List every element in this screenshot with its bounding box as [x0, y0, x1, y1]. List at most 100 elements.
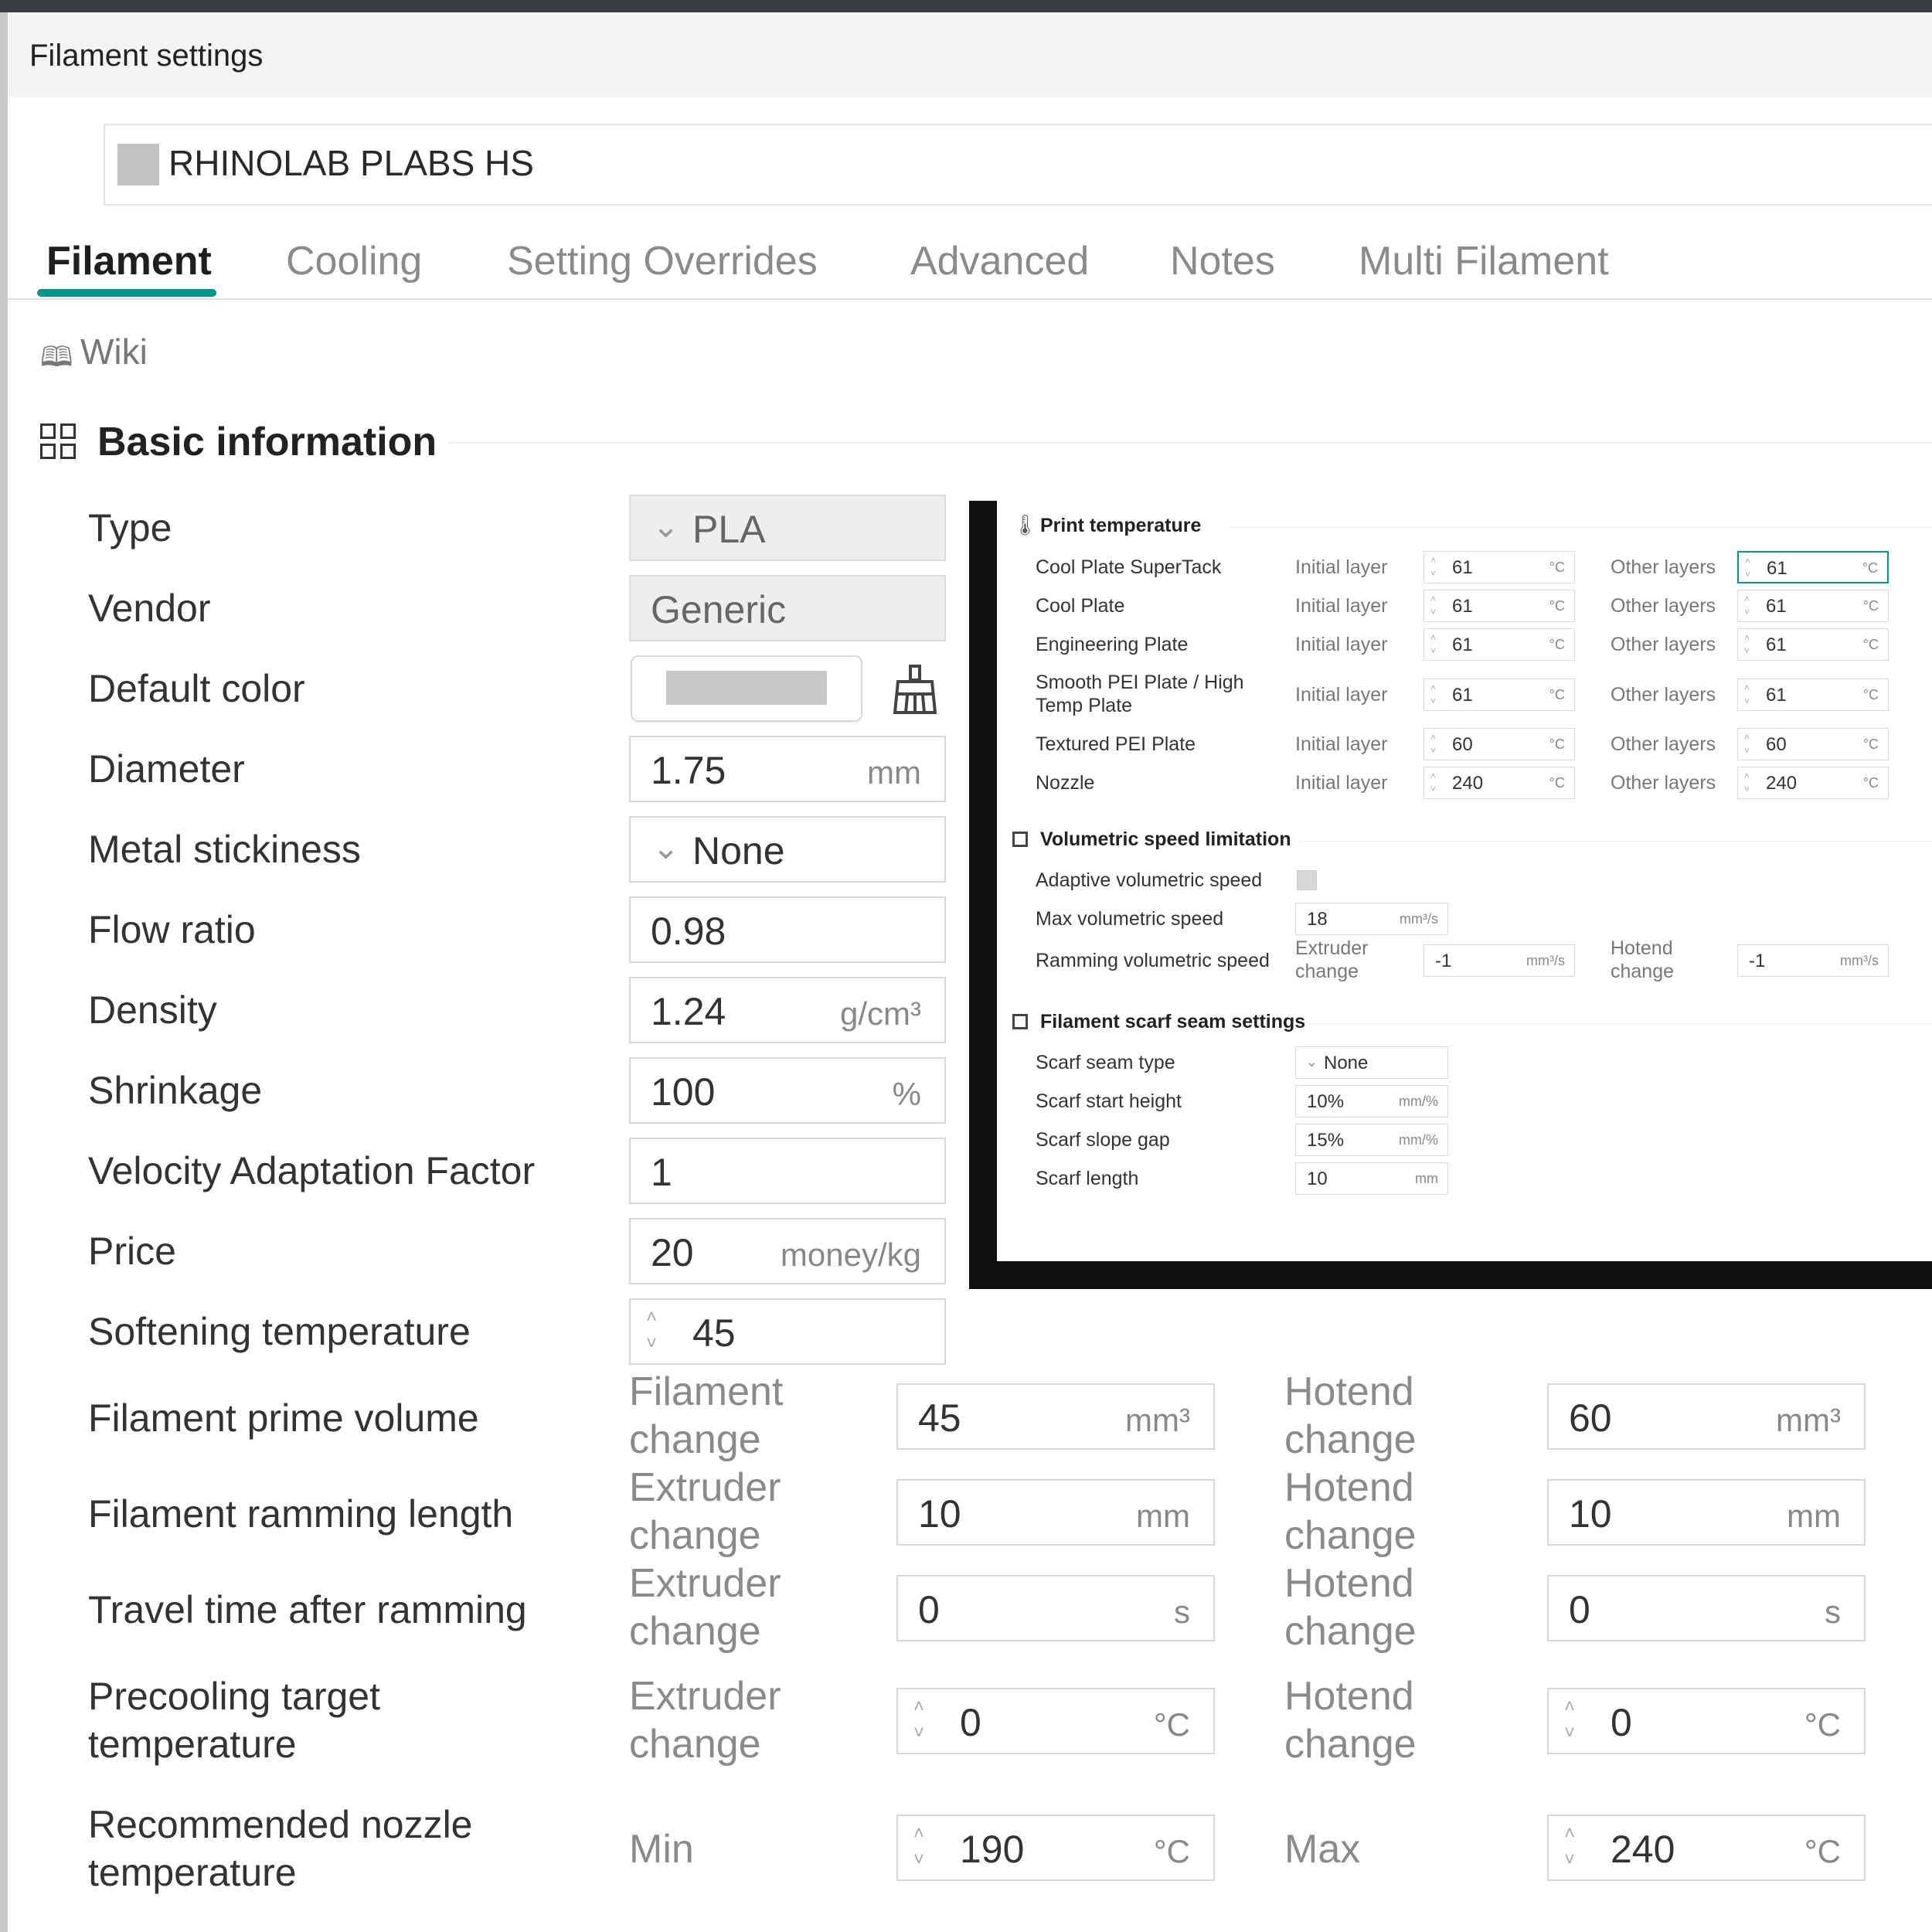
other-layers-label: Other layers [1611, 634, 1716, 655]
travel-extruder-change-unit: s [1174, 1594, 1190, 1630]
ramming-hotend-change-unit: mm³/s [1840, 953, 1879, 968]
stepper-arrows-icon[interactable]: ˄ ˅ [640, 1304, 663, 1357]
nozzle-initial-stepper[interactable]: ˄ ˅ 240 °C [1423, 767, 1575, 799]
diameter-input[interactable]: 1.75 mm [629, 736, 946, 802]
prime-filament-change-label: Filament change [629, 1369, 784, 1462]
price-label: Price [88, 1230, 176, 1273]
metal-stickiness-select[interactable]: ⌄ None [629, 816, 946, 883]
initial-layer-label: Initial layer [1295, 684, 1388, 706]
velocity-adaptation-input[interactable]: 1 [629, 1138, 946, 1204]
max-volumetric-speed-input[interactable]: 18 mm³/s [1295, 903, 1448, 935]
prime-hotend-change-input[interactable]: 60 mm³ [1547, 1383, 1866, 1450]
default-color-label: Default color [88, 667, 305, 710]
other-layers-label: Other layers [1611, 556, 1716, 578]
cool-plate-other-stepper[interactable]: ˄ ˅ 61 °C [1737, 590, 1889, 622]
tab-advanced[interactable]: Advanced [910, 238, 1089, 284]
cool-plate-supertack-other-stepper[interactable]: ˄ ˅ 61 °C [1737, 551, 1889, 583]
nozzle-min-stepper[interactable]: ˄ ˅ 190 °C [896, 1815, 1215, 1881]
tab-multi-filament[interactable]: Multi Filament [1359, 238, 1609, 284]
cool-plate-initial-stepper[interactable]: ˄ ˅ 61 °C [1423, 590, 1575, 622]
flow-ratio-input[interactable]: 0.98 [629, 896, 946, 963]
scarf-seam-type-label: Scarf seam type [1036, 1052, 1175, 1073]
stepper-arrows-icon[interactable]: ˄ ˅ [1430, 682, 1436, 708]
scarf-length-input[interactable]: 10 mm [1295, 1162, 1448, 1195]
smooth-pei-plate-initial-value: 61 [1452, 685, 1473, 706]
prime-filament-change-input[interactable]: 45 mm³ [896, 1383, 1215, 1450]
other-layers-label: Other layers [1611, 772, 1716, 794]
adaptive-volumetric-speed-checkbox[interactable] [1297, 870, 1317, 890]
softening-temperature-stepper[interactable]: ˄ ˅ 45 [629, 1298, 946, 1365]
precool-extruder-change-stepper[interactable]: ˄ ˅ 0 °C [896, 1688, 1215, 1754]
window-title: Filament settings [29, 39, 264, 73]
stepper-arrows-icon[interactable]: ˄ ˅ [1430, 770, 1436, 796]
temperature-unit: °C [1549, 687, 1565, 702]
max-volumetric-speed-label: Max volumetric speed [1036, 908, 1224, 930]
brush-icon[interactable] [892, 665, 938, 714]
travel-hotend-change-label: Hotend change [1284, 1561, 1417, 1654]
engineering-plate-other-stepper[interactable]: ˄ ˅ 61 °C [1737, 628, 1889, 661]
cool-plate-supertack-initial-stepper[interactable]: ˄ ˅ 61 °C [1423, 551, 1575, 583]
scarf-seam-type-select[interactable]: ⌄ None [1295, 1046, 1448, 1079]
grid-icon [40, 423, 77, 461]
tab-filament[interactable]: Filament [46, 238, 212, 284]
nozzle-max-value: 240 [1611, 1828, 1675, 1871]
stepper-arrows-icon[interactable]: ˄ ˅ [907, 1821, 930, 1873]
stepper-arrows-icon[interactable]: ˄ ˅ [907, 1694, 930, 1747]
cool-plate-label: Cool Plate [1036, 595, 1125, 617]
scarf-start-height-value: 10% [1307, 1091, 1345, 1112]
price-input[interactable]: 20 money/kg [629, 1218, 946, 1284]
tab-setting-overrides[interactable]: Setting Overrides [507, 238, 818, 284]
section-divider [1229, 527, 1932, 528]
precool-extruder-change-label: Extruder change [629, 1674, 781, 1767]
vendor-field[interactable]: Generic [629, 575, 946, 641]
metal-stickiness-label: Metal stickiness [88, 828, 361, 871]
textured-pei-plate-other-stepper[interactable]: ˄ ˅ 60 °C [1737, 728, 1889, 760]
stepper-arrows-icon[interactable]: ˄ ˅ [1744, 770, 1750, 796]
tab-notes[interactable]: Notes [1170, 238, 1275, 284]
travel-time-label: Travel time after ramming [88, 1588, 527, 1631]
type-select[interactable]: ⌄ PLA [629, 495, 946, 561]
shrinkage-input[interactable]: 100 % [629, 1057, 946, 1124]
ramming-extruder-change-input[interactable]: -1 mm³/s [1423, 944, 1575, 977]
scarf-start-height-input[interactable]: 10% mm/% [1295, 1085, 1448, 1117]
travel-extruder-change-input[interactable]: 0 s [896, 1575, 1215, 1641]
temperature-unit: °C [1862, 736, 1879, 752]
default-color-button[interactable] [631, 655, 862, 722]
stepper-arrows-icon[interactable]: ˄ ˅ [1558, 1694, 1581, 1747]
ramming-hotend-change-label: Hotend change [1284, 1465, 1417, 1558]
stepper-arrows-icon[interactable]: ˄ ˅ [1745, 555, 1750, 581]
stepper-arrows-icon[interactable]: ˄ ˅ [1744, 682, 1750, 708]
stepper-arrows-icon[interactable]: ˄ ˅ [1430, 593, 1436, 619]
scarf-slope-gap-label: Scarf slope gap [1036, 1129, 1170, 1151]
ramming-hotend-change-input[interactable]: -1 mm³/s [1737, 944, 1889, 977]
stepper-arrows-icon[interactable]: ˄ ˅ [1430, 631, 1436, 658]
tab-cooling[interactable]: Cooling [286, 238, 422, 284]
travel-hotend-change-input[interactable]: 0 s [1547, 1575, 1866, 1641]
diameter-label: Diameter [88, 747, 245, 791]
ramming-length-label: Filament ramming length [88, 1492, 514, 1536]
ramming-hotend-change-unit: mm [1787, 1498, 1841, 1534]
temperature-unit: °C [1549, 736, 1565, 752]
stepper-arrows-icon[interactable]: ˄ ˅ [1430, 554, 1436, 580]
stepper-arrows-icon[interactable]: ˄ ˅ [1744, 731, 1750, 757]
ramming-extruder-change-input[interactable]: 10 mm [896, 1479, 1215, 1546]
engineering-plate-initial-stepper[interactable]: ˄ ˅ 61 °C [1423, 628, 1575, 661]
smooth-pei-plate-other-stepper[interactable]: ˄ ˅ 61 °C [1737, 679, 1889, 711]
stepper-arrows-icon[interactable]: ˄ ˅ [1744, 631, 1750, 658]
nozzle-max-stepper[interactable]: ˄ ˅ 240 °C [1547, 1815, 1866, 1881]
density-input[interactable]: 1.24 g/cm³ [629, 977, 946, 1043]
scarf-slope-gap-input[interactable]: 15% mm/% [1295, 1124, 1448, 1156]
default-color-swatch [666, 671, 827, 705]
stepper-arrows-icon[interactable]: ˄ ˅ [1558, 1821, 1581, 1873]
textured-pei-plate-initial-stepper[interactable]: ˄ ˅ 60 °C [1423, 728, 1575, 760]
temperature-unit: °C [1549, 560, 1565, 575]
nozzle-other-stepper[interactable]: ˄ ˅ 240 °C [1737, 767, 1889, 799]
precool-hotend-change-stepper[interactable]: ˄ ˅ 0 °C [1547, 1688, 1866, 1754]
wiki-link[interactable]: Wiki [80, 331, 148, 372]
ramming-hotend-change-input[interactable]: 10 mm [1547, 1479, 1866, 1546]
book-icon: 🕮 [40, 341, 73, 372]
smooth-pei-plate-initial-stepper[interactable]: ˄ ˅ 61 °C [1423, 679, 1575, 711]
stepper-arrows-icon[interactable]: ˄ ˅ [1744, 593, 1750, 619]
volumetric-speed-title: Volumetric speed limitation [1040, 828, 1291, 850]
stepper-arrows-icon[interactable]: ˄ ˅ [1430, 731, 1436, 757]
